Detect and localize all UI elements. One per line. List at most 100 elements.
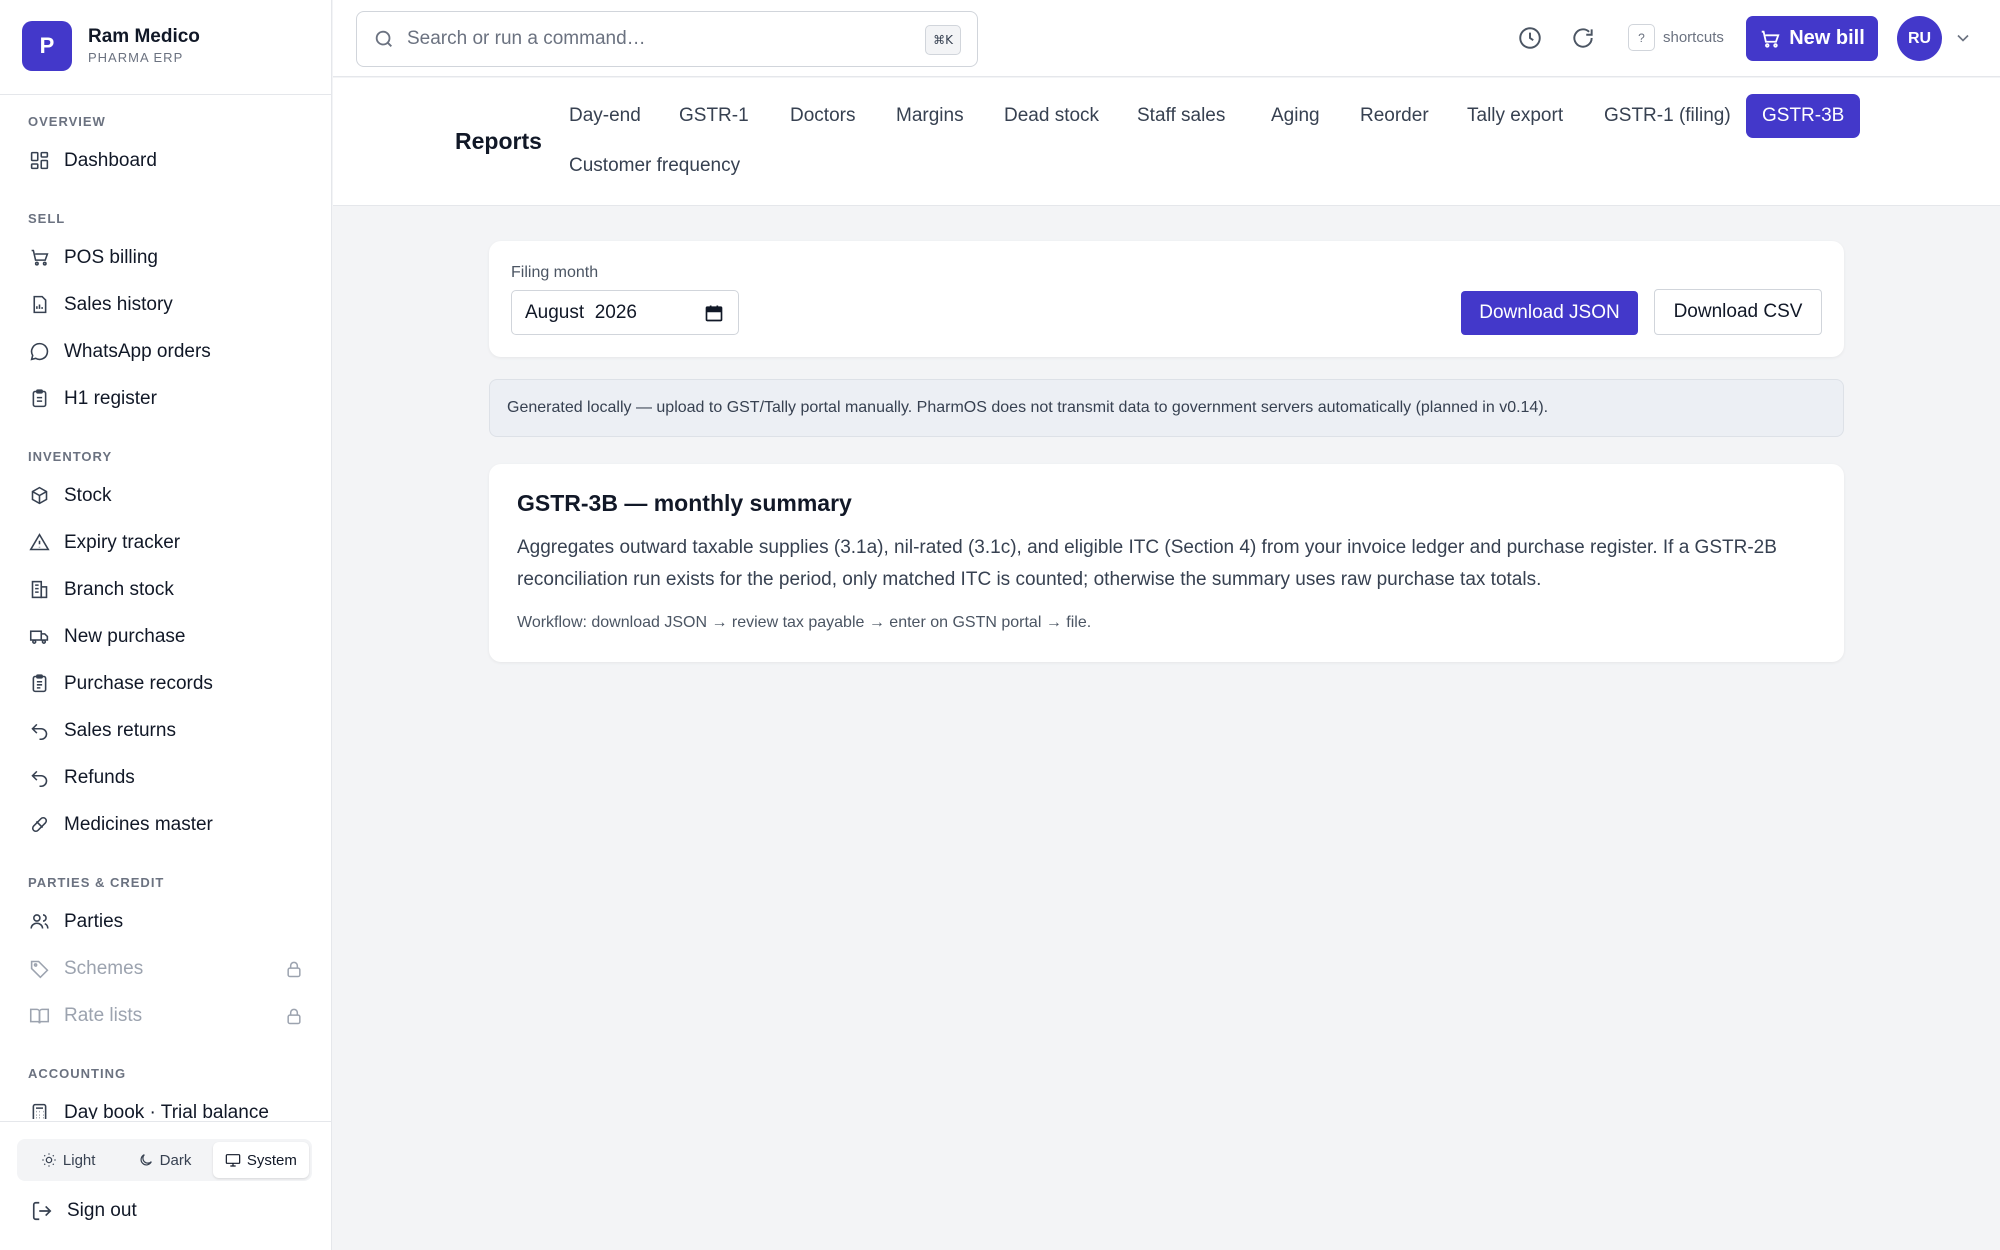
sidebar-item-label: Rate lists — [64, 1004, 143, 1026]
sidebar: P Ram Medico PHARMA ERP OVERVIEW Dashboa… — [0, 0, 332, 1250]
sidebar-item-new-purchase[interactable]: New purchase — [0, 613, 332, 660]
cart-icon — [1761, 30, 1780, 48]
command-search[interactable]: ⌘K — [356, 11, 978, 67]
avatar[interactable]: RU — [1897, 16, 1942, 61]
search-shortcut-hint: ⌘K — [925, 25, 961, 55]
book-icon — [28, 1005, 50, 1027]
sidebar-item-stock[interactable]: Stock — [0, 472, 332, 519]
sidebar-item-rate-lists[interactable]: Rate lists — [0, 992, 332, 1039]
receipt-icon — [28, 294, 50, 316]
tab-staff-sales[interactable]: Staff sales — [1121, 94, 1241, 138]
theme-switcher: Light Dark System — [17, 1139, 312, 1181]
filing-month-card: Filing month August 2026 Download JSON D… — [489, 241, 1844, 357]
summary-title: GSTR-3B — monthly summary — [517, 490, 852, 516]
tab-doctors[interactable]: Doctors — [774, 94, 871, 138]
truck-icon — [28, 626, 50, 648]
tab-tally-export[interactable]: Tally export — [1451, 94, 1579, 138]
sidebar-item-day-book[interactable]: Day book · Trial balance — [0, 1089, 332, 1119]
search-input[interactable] — [407, 28, 907, 50]
section-overview: OVERVIEW — [28, 114, 106, 129]
refresh-icon[interactable] — [1570, 25, 1596, 51]
sidebar-nav: OVERVIEW Dashboard SELL POS billing Sale… — [0, 95, 332, 1119]
theme-dark-label: Dark — [159, 1151, 192, 1169]
sidebar-item-sales-history[interactable]: Sales history — [0, 281, 332, 328]
new-bill-label: New bill — [1789, 27, 1865, 49]
cart-icon — [28, 247, 50, 269]
tab-day-end[interactable]: Day-end — [553, 94, 657, 138]
sidebar-item-refunds[interactable]: Refunds — [0, 754, 332, 801]
tab-dead-stock[interactable]: Dead stock — [988, 94, 1115, 138]
package-icon — [28, 485, 50, 507]
filing-month-input[interactable]: August 2026 — [511, 290, 739, 335]
top-bar: ⌘K ? shortcuts New bill RU — [333, 0, 2000, 77]
download-json-button[interactable]: Download JSON — [1461, 291, 1638, 335]
brand-subtitle: PHARMA ERP — [88, 50, 184, 65]
sidebar-item-branch-stock[interactable]: Branch stock — [0, 566, 332, 613]
sidebar-item-label: Dashboard — [64, 149, 157, 171]
sidebar-item-label: Purchase records — [64, 672, 213, 694]
page-title: Reports — [455, 128, 542, 154]
tab-aging[interactable]: Aging — [1255, 94, 1336, 138]
chevron-down-icon[interactable] — [1953, 28, 1973, 48]
pill-icon — [28, 814, 50, 836]
sidebar-item-expiry-tracker[interactable]: Expiry tracker — [0, 519, 332, 566]
history-icon[interactable] — [1517, 25, 1543, 51]
sidebar-item-label: POS billing — [64, 246, 158, 268]
moon-icon — [140, 1154, 152, 1166]
divider — [0, 1121, 332, 1122]
tab-gstr-3b[interactable]: GSTR-3B — [1746, 94, 1861, 138]
sidebar-item-purchase-records[interactable]: Purchase records — [0, 660, 332, 707]
sidebar-item-label: Schemes — [64, 957, 144, 979]
tab-margins[interactable]: Margins — [880, 94, 980, 138]
sidebar-item-medicines-master[interactable]: Medicines master — [0, 801, 332, 848]
clipboard-list-icon — [28, 673, 50, 695]
tag-icon — [28, 958, 50, 980]
gstr-3b-summary-card: GSTR-3B — monthly summary Aggregates out… — [489, 464, 1844, 662]
sidebar-item-label: Parties — [64, 910, 124, 932]
warning-icon — [28, 532, 50, 554]
chat-bubble-icon — [28, 341, 50, 363]
brand[interactable]: P Ram Medico PHARMA ERP — [22, 21, 200, 71]
sign-out-button[interactable]: Sign out — [31, 1196, 137, 1226]
shortcuts-label: shortcuts — [1663, 29, 1724, 46]
new-bill-button[interactable]: New bill — [1746, 16, 1878, 61]
dashboard-icon — [28, 150, 50, 172]
theme-system-button[interactable]: System — [212, 1142, 309, 1178]
sidebar-item-pos-billing[interactable]: POS billing — [0, 234, 332, 281]
lock-icon — [287, 961, 301, 977]
sidebar-item-label: New purchase — [64, 625, 186, 647]
sidebar-item-h1-register[interactable]: H1 register — [0, 375, 332, 422]
summary-description: Aggregates outward taxable supplies (3.1… — [517, 537, 1777, 590]
sidebar-item-label: Expiry tracker — [64, 531, 181, 553]
tab-gstr-1[interactable]: GSTR-1 — [663, 94, 765, 138]
calendar-icon[interactable] — [704, 303, 724, 323]
sidebar-item-dashboard[interactable]: Dashboard — [0, 137, 332, 184]
summary-workflow: Workflow: download JSON → review tax pay… — [517, 614, 1092, 631]
sidebar-item-label: Day book · Trial balance — [64, 1101, 269, 1120]
users-icon — [28, 911, 50, 933]
brand-logo: P — [22, 21, 72, 71]
logout-icon — [32, 1201, 52, 1221]
filing-month-value: August 2026 — [525, 301, 637, 323]
theme-light-button[interactable]: Light — [20, 1142, 116, 1178]
theme-dark-button[interactable]: Dark — [116, 1142, 212, 1178]
calculator-icon — [28, 1102, 50, 1119]
sidebar-item-whatsapp-orders[interactable]: WhatsApp orders — [0, 328, 332, 375]
monitor-icon — [225, 1154, 241, 1167]
sidebar-item-sales-returns[interactable]: Sales returns — [0, 707, 332, 754]
download-csv-button[interactable]: Download CSV — [1654, 289, 1822, 335]
reports-nav: Reports Day-end GSTR-1 Doctors Margins D… — [333, 78, 2000, 206]
local-generation-notice: Generated locally — upload to GST/Tally … — [489, 379, 1844, 437]
sidebar-item-label: Branch stock — [64, 578, 174, 600]
tab-reorder[interactable]: Reorder — [1344, 94, 1445, 138]
shortcuts-button[interactable]: ? shortcuts — [1628, 24, 1724, 51]
clipboard-icon — [28, 388, 50, 410]
sidebar-item-parties[interactable]: Parties — [0, 898, 332, 945]
sidebar-item-schemes[interactable]: Schemes — [0, 945, 332, 992]
tab-gstr-1-filing[interactable]: GSTR-1 (filing) — [1588, 94, 1747, 138]
sidebar-item-label: Sales history — [64, 293, 173, 315]
sidebar-item-label: Medicines master — [64, 813, 213, 835]
tab-customer-frequency[interactable]: Customer frequency — [553, 144, 756, 188]
shortcuts-key: ? — [1628, 24, 1655, 51]
section-sell: SELL — [28, 211, 66, 226]
